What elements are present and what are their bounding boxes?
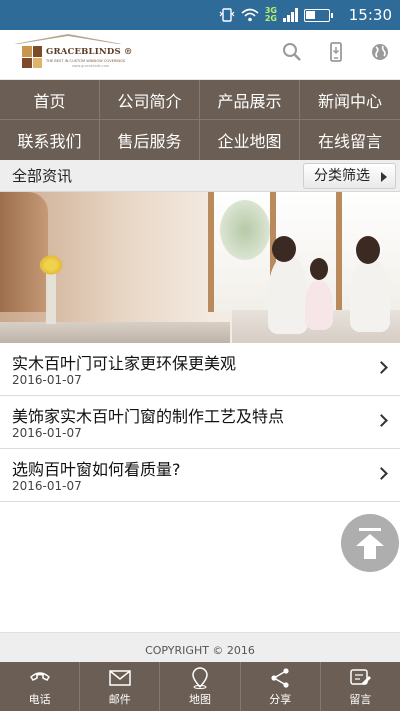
tab-label: 邮件 xyxy=(108,693,131,706)
share-icon xyxy=(271,668,289,688)
tab-phone[interactable]: 电话 xyxy=(0,662,81,711)
wifi-icon xyxy=(241,8,259,22)
status-time: 15:30 xyxy=(348,6,392,24)
logo-tagline: THE BEST IN CUSTOM WINDOW COVERINGS xyxy=(46,59,126,63)
news-date: 2016-01-07 xyxy=(12,373,82,387)
search-icon[interactable] xyxy=(282,42,302,62)
chevron-right-icon xyxy=(375,361,388,374)
tab-label: 地图 xyxy=(189,693,211,706)
nav-item-after-sales[interactable]: 售后服务 xyxy=(100,120,200,160)
mail-icon xyxy=(109,670,131,686)
logo-tagline-small: www.graceblinds.com xyxy=(72,64,110,68)
nav-item-map[interactable]: 企业地图 xyxy=(200,120,300,160)
triangle-right-icon xyxy=(381,172,387,182)
nav-item-about[interactable]: 公司简介 xyxy=(100,80,200,120)
chevron-right-icon xyxy=(375,414,388,427)
header-icons xyxy=(282,42,390,62)
logo[interactable]: GRACEBLINDS ® THE BEST IN CUSTOM WINDOW … xyxy=(12,34,132,76)
tab-label: 留言 xyxy=(349,693,372,706)
bottom-tab-bar: 电话 邮件 地图 分享 留言 xyxy=(0,662,400,711)
signal-icon xyxy=(283,8,298,22)
battery-icon xyxy=(304,8,333,22)
map-pin-icon xyxy=(192,667,208,689)
news-list: 实木百叶门可让家更环保更美观 2016-01-07 美饰家实木百叶门窗的制作工艺… xyxy=(0,343,400,502)
footer: COPYRIGHT © 2016 xyxy=(0,632,400,662)
list-item[interactable]: 实木百叶门可让家更环保更美观 2016-01-07 xyxy=(0,343,400,396)
main-nav: 首页 公司简介 产品展示 新闻中心 联系我们 售后服务 企业地图 在线留言 xyxy=(0,80,400,160)
news-date: 2016-01-07 xyxy=(12,426,82,440)
tab-label: 分享 xyxy=(269,693,292,706)
tab-mail[interactable]: 邮件 xyxy=(80,662,161,711)
nav-item-news[interactable]: 新闻中心 xyxy=(300,80,400,120)
back-to-top-icon xyxy=(359,528,381,531)
category-title: 全部资讯 xyxy=(12,167,73,185)
back-to-top-button[interactable] xyxy=(341,514,399,572)
list-item[interactable]: 美饰家实木百叶门窗的制作工艺及特点 2016-01-07 xyxy=(0,396,400,449)
globe-icon[interactable] xyxy=(370,42,390,62)
logo-squares-icon xyxy=(22,46,42,68)
site-header: GRACEBLINDS ® THE BEST IN CUSTOM WINDOW … xyxy=(0,30,400,80)
list-item[interactable]: 选购百叶窗如何看质量? 2016-01-07 xyxy=(0,449,400,502)
banner-image[interactable] xyxy=(0,192,400,343)
message-edit-icon xyxy=(350,669,372,685)
status-bar: 3G 2G 15:30 xyxy=(0,0,400,30)
logo-brand-text: GRACEBLINDS ® xyxy=(46,47,133,57)
filter-button-label: 分类筛选 xyxy=(314,168,370,184)
nav-item-products[interactable]: 产品展示 xyxy=(200,80,300,120)
nav-item-contact[interactable]: 联系我们 xyxy=(0,120,100,160)
phone-icon xyxy=(29,672,50,681)
nav-item-home[interactable]: 首页 xyxy=(0,80,100,120)
copyright-text: COPYRIGHT © 2016 xyxy=(145,644,255,657)
news-title: 实木百叶门可让家更环保更美观 xyxy=(12,354,237,373)
news-date: 2016-01-07 xyxy=(12,479,82,493)
tab-share[interactable]: 分享 xyxy=(241,662,321,711)
news-title: 美饰家实木百叶门窗的制作工艺及特点 xyxy=(12,407,285,426)
network-type-label: 3G 2G xyxy=(264,6,277,23)
chevron-right-icon xyxy=(375,467,388,480)
vibrate-icon xyxy=(219,8,235,22)
nav-item-message[interactable]: 在线留言 xyxy=(300,120,400,160)
tab-map[interactable]: 地图 xyxy=(160,662,241,711)
tab-message[interactable]: 留言 xyxy=(321,662,400,711)
phone-icon[interactable] xyxy=(326,42,346,62)
tab-label: 电话 xyxy=(28,693,51,706)
category-bar: 全部资讯 分类筛选 xyxy=(0,160,400,192)
status-icons: 3G 2G xyxy=(219,5,333,25)
filter-button[interactable]: 分类筛选 xyxy=(303,163,396,189)
news-title: 选购百叶窗如何看质量? xyxy=(12,460,181,479)
